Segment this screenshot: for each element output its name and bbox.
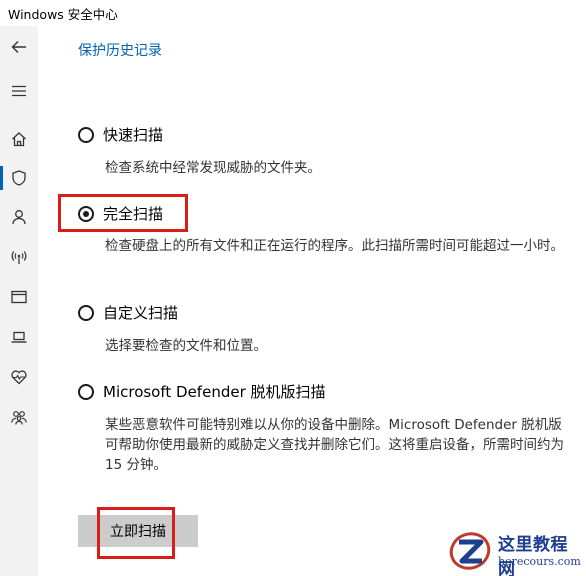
left-nav-rail xyxy=(0,26,38,576)
back-button[interactable] xyxy=(0,30,38,64)
highlight-box xyxy=(97,507,175,559)
radio-circle[interactable] xyxy=(78,304,94,321)
watermark-url: herecours.com xyxy=(498,555,581,568)
rail-item-home[interactable] xyxy=(0,122,38,156)
security-center-window: Windows 安全中心 保护历史记录 快速扫描 检查系统中经常发现威胁的文件夹… xyxy=(0,0,586,576)
radio-circle[interactable] xyxy=(78,126,94,143)
home-icon xyxy=(12,132,26,147)
shield-icon xyxy=(12,170,26,186)
option-description: 选择要检查的文件和位置。 xyxy=(105,338,267,354)
option-description: 检查硬盘上的所有文件和正在运行的程序。此扫描所需时间可能超过一小时。 xyxy=(105,238,564,254)
menu-icon xyxy=(12,85,26,97)
rail-item-device-security[interactable] xyxy=(0,320,38,354)
option-label: Microsoft Defender 脱机版扫描 xyxy=(103,383,326,401)
heart-pulse-icon xyxy=(11,370,27,385)
option-label: 快速扫描 xyxy=(103,126,164,144)
rail-item-account[interactable] xyxy=(0,200,38,234)
option-description: 某些恶意软件可能特别难以从你的设备中删除。Microsoft Defender … xyxy=(105,417,564,473)
rail-item-app-browser[interactable] xyxy=(0,280,38,314)
title-bar: Windows 安全中心 xyxy=(0,0,586,26)
radio-offline-scan[interactable]: Microsoft Defender 脱机版扫描 xyxy=(78,381,326,402)
watermark-logo-icon xyxy=(449,532,491,570)
radio-custom-scan[interactable]: 自定义扫描 xyxy=(78,302,178,323)
rail-item-virus-protection[interactable] xyxy=(0,161,38,195)
menu-button[interactable] xyxy=(0,74,38,108)
option-label: 自定义扫描 xyxy=(103,304,179,322)
family-icon xyxy=(11,411,27,425)
scan-options-panel: 保护历史记录 快速扫描 检查系统中经常发现威胁的文件夹。 完全扫描 检查硬盘上的… xyxy=(38,26,586,576)
watermark: 这里教程网 herecours.com xyxy=(448,528,584,576)
protection-history-link[interactable]: 保护历史记录 xyxy=(78,40,162,60)
radio-quick-scan[interactable]: 快速扫描 xyxy=(78,124,163,145)
option-description: 检查系统中经常发现威胁的文件夹。 xyxy=(105,160,321,176)
watermark-text: 这里教程网 xyxy=(498,535,568,576)
rail-item-family[interactable] xyxy=(0,400,38,434)
window-title: Windows 安全中心 xyxy=(8,7,118,22)
wireless-icon xyxy=(11,251,27,264)
rail-item-network[interactable] xyxy=(0,240,38,274)
rail-item-device-health[interactable] xyxy=(0,360,38,394)
highlight-box xyxy=(58,194,188,232)
laptop-icon xyxy=(11,331,27,343)
back-arrow-icon xyxy=(11,41,26,53)
app-browser-icon xyxy=(11,290,27,304)
person-icon xyxy=(12,210,26,225)
radio-circle[interactable] xyxy=(78,383,94,400)
